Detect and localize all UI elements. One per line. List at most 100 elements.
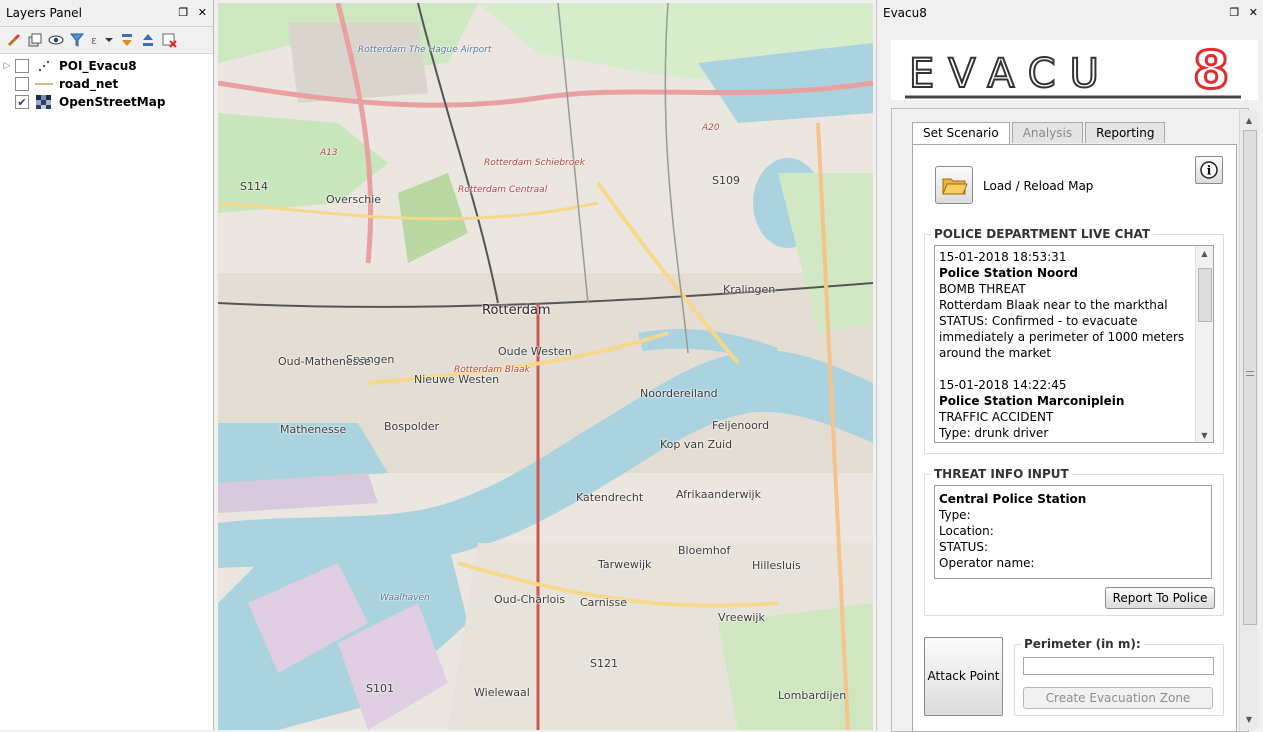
chat-scroll-thumb[interactable] [1198, 268, 1212, 322]
map-label: Feijenoord [712, 419, 770, 432]
map-label: Waalhaven [380, 593, 430, 603]
expand-all-icon[interactable] [119, 32, 135, 48]
evacu8-titlebar: Evacu8 ❐ ✕ [877, 0, 1263, 26]
layer-name: OpenStreetMap [59, 95, 166, 109]
chat-line: Police Station Noord [939, 266, 1079, 280]
float-icon[interactable]: ❐ [1229, 6, 1239, 19]
scenario-tabs: Set Scenario Analysis Reporting [912, 122, 1167, 145]
tab-reporting[interactable]: Reporting [1085, 122, 1166, 143]
map-label: Rotterdam [482, 303, 551, 318]
live-chat-title: POLICE DEPARTMENT LIVE CHAT [931, 227, 1154, 241]
load-map-button[interactable] [935, 166, 973, 204]
float-icon[interactable]: ❐ [178, 6, 188, 19]
map-label: Vreewijk [718, 611, 765, 624]
threat-info-input[interactable]: Central Police Station Type: Location: STA… [934, 485, 1212, 579]
layer-visibility-checkbox[interactable]: ✔ [15, 95, 29, 109]
map-label: S114 [240, 180, 268, 193]
map-label: Wielewaal [474, 686, 530, 699]
svg-text:ε: ε [91, 34, 97, 47]
evacu8-scroll-area: Set Scenario Analysis Reporting Load / R… [891, 108, 1249, 732]
create-evacuation-zone-button[interactable]: Create Evacuation Zone [1023, 687, 1213, 709]
chat-line: 15-01-2018 18:53:31 [939, 250, 1067, 264]
map-label: S109 [712, 174, 740, 187]
layer-row[interactable]: ✔ OpenStreetMap [0, 93, 213, 111]
chat-line: immediately a perimeter of 1000 meters [939, 330, 1185, 344]
collapse-all-icon[interactable] [140, 32, 156, 48]
filter-icon[interactable] [69, 32, 85, 48]
layer-row[interactable]: road_net [0, 75, 213, 93]
load-map-label: Load / Reload Map [983, 179, 1094, 193]
chat-line: Police Station Marconiplein [939, 394, 1125, 408]
map-label: Oude Westen [498, 345, 572, 358]
map-label: Carnisse [580, 596, 628, 609]
map-label: Oud-Charlois [494, 593, 566, 606]
chat-line [939, 361, 1195, 377]
tab-set-scenario[interactable]: Set Scenario [912, 122, 1010, 145]
svg-text:8: 8 [1193, 41, 1229, 100]
map-label: Oud-Mathenesse [278, 355, 371, 368]
report-to-police-button[interactable]: Report To Police [1105, 587, 1215, 609]
map-canvas[interactable]: Rotterdam Overschie Kralingen Oude Westen Sp… [218, 3, 873, 730]
eye-icon[interactable] [48, 32, 64, 48]
map-label: Lombardijen [778, 689, 847, 702]
svg-text:EVACU: EVACU [909, 51, 1113, 97]
map-label: Hillesluis [752, 559, 801, 572]
live-chat-group: POLICE DEPARTMENT LIVE CHAT 15-01-2018 1… [924, 227, 1224, 454]
set-scenario-page: Load / Reload Map i POLICE DEPARTMENT LI… [912, 144, 1237, 731]
info-button[interactable]: i [1195, 156, 1223, 184]
map-label: Rotterdam Schiebroek [484, 158, 585, 168]
evacu8-panel: Evacu8 ❐ ✕ EVACU 8 Set Scenario Analysis… [876, 0, 1263, 732]
svg-text:i: i [1207, 164, 1212, 178]
attack-point-button[interactable]: Attack Point [924, 637, 1003, 716]
layer-tree: ▷ POI_Evacu8 road_net ✔ OpenStreetMap [0, 54, 213, 111]
threat-info-title: THREAT INFO INPUT [931, 467, 1072, 481]
expand-arrow-icon[interactable]: ▷ [0, 61, 14, 71]
close-icon[interactable]: ✕ [198, 6, 207, 19]
map-label: Mathenesse [280, 423, 347, 436]
layer-visibility-checkbox[interactable] [15, 59, 29, 73]
chat-line: 15-01-2018 14:22:45 [939, 378, 1067, 392]
layer-name: POI_Evacu8 [59, 59, 137, 73]
layers-panel: Layers Panel ❐ ✕ ε ▷ POI_Evacu8 road_net… [0, 0, 214, 730]
info-icon: i [1200, 161, 1218, 179]
live-chat-log[interactable]: 15-01-2018 18:53:31 Police Station Noord B… [934, 245, 1214, 443]
perimeter-label: Perimeter (in m): [1021, 637, 1144, 651]
map-label: Katendrecht [576, 491, 644, 504]
map-label: Afrikaanderwijk [676, 488, 761, 501]
remove-layer-icon[interactable] [161, 32, 177, 48]
chat-line: Type: drunk driver [939, 426, 1049, 440]
perimeter-group: Perimeter (in m): Create Evacuation Zone [1014, 637, 1224, 716]
map-label: Rotterdam The Hague Airport [358, 45, 492, 55]
layers-panel-titlebar: Layers Panel ❐ ✕ [0, 0, 213, 27]
folder-icon [942, 178, 968, 195]
expression-filter-icon[interactable]: ε [90, 32, 114, 48]
raster-layer-icon [35, 95, 53, 109]
layer-row[interactable]: ▷ POI_Evacu8 [0, 57, 213, 75]
evacu8-scrollbar[interactable]: ▲ ▼ [1239, 110, 1258, 730]
map-label: Overschie [326, 193, 382, 206]
close-icon[interactable]: ✕ [1249, 6, 1258, 19]
add-group-icon[interactable] [27, 32, 43, 48]
paint-brush-icon[interactable] [6, 32, 22, 48]
map-label: Bloemhof [678, 544, 731, 557]
chat-scrollbar[interactable]: ▲ ▼ [1195, 246, 1213, 442]
map-label: Noordereiland [640, 387, 718, 400]
tab-analysis[interactable]: Analysis [1011, 122, 1084, 143]
map-label: Tarwewijk [598, 558, 652, 571]
threat-station: Central Police Station [939, 492, 1087, 506]
layer-visibility-checkbox[interactable] [15, 77, 29, 91]
evacu8-scroll-thumb[interactable] [1243, 130, 1257, 625]
map-label: Kop van Zuid [660, 438, 733, 451]
map-label: A20 [702, 123, 720, 133]
evacu8-title: Evacu8 [883, 6, 927, 20]
line-layer-icon [35, 77, 53, 91]
layer-name: road_net [59, 77, 119, 91]
perimeter-input[interactable] [1023, 657, 1214, 675]
map-label: S121 [590, 657, 618, 670]
map-label: Bospolder [384, 420, 440, 433]
evacu8-logo: EVACU 8 [891, 40, 1258, 103]
chat-line: BOMB THREAT [939, 282, 1026, 296]
threat-field-label: STATUS: [939, 540, 989, 554]
map-label: A13 [320, 148, 338, 158]
threat-field-label: Operator name: [939, 556, 1035, 570]
